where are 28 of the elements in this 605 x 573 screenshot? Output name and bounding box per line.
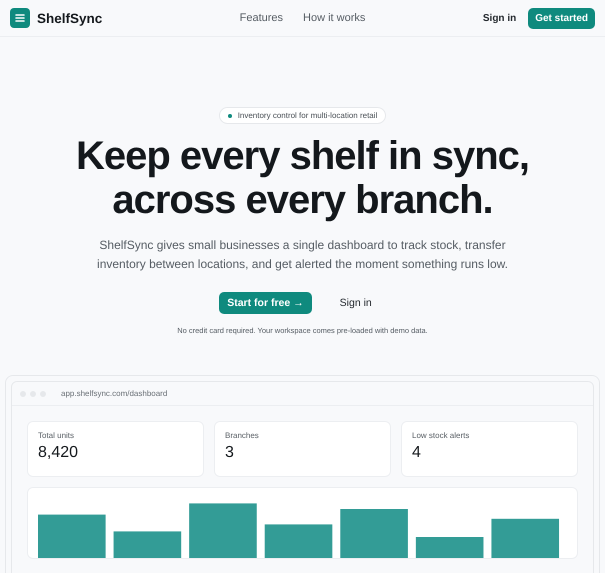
- stat-label: Branches: [225, 431, 260, 440]
- hero-description: ShelfSync gives small businesses a single dashboard to track stock, transfer inventory between locations, and get alerted the moment something runs low.: [96, 237, 509, 273]
- chart-bar: [340, 509, 408, 558]
- chart-bar: [264, 524, 332, 558]
- sign-in-link[interactable]: Sign in: [482, 12, 516, 24]
- headline: across every branch.: [112, 178, 493, 222]
- start-button[interactable]: Start for free →: [219, 292, 312, 314]
- nav-link[interactable]: Features: [240, 12, 284, 24]
- stat-value: 3: [225, 444, 235, 462]
- menu-icon: [10, 8, 30, 28]
- chart-bar: [491, 518, 560, 558]
- brand-name[interactable]: ShelfSync: [37, 10, 102, 26]
- headline: Keep every shelf in sync,: [76, 134, 529, 178]
- chart-bar: [114, 531, 182, 558]
- chart-bar: [38, 514, 106, 558]
- chart-bar: [189, 503, 257, 558]
- stat-value: 8,420: [38, 444, 80, 462]
- stat-label: Total units: [38, 431, 76, 440]
- url-text: app.shelfsync.com/dashboard: [61, 389, 168, 398]
- sign-in-link[interactable]: Sign in: [326, 297, 386, 309]
- stat-value: 4: [412, 444, 422, 462]
- arrow-icon: →: [293, 297, 304, 309]
- stat-label: Low stock alerts: [412, 431, 470, 440]
- nav-link[interactable]: How it works: [303, 12, 366, 24]
- chart-bar: [416, 537, 484, 558]
- get-started-button[interactable]: Get started: [528, 8, 596, 28]
- status-dot: [228, 114, 232, 118]
- tagline-text: Inventory control for multi-location retail: [238, 111, 378, 120]
